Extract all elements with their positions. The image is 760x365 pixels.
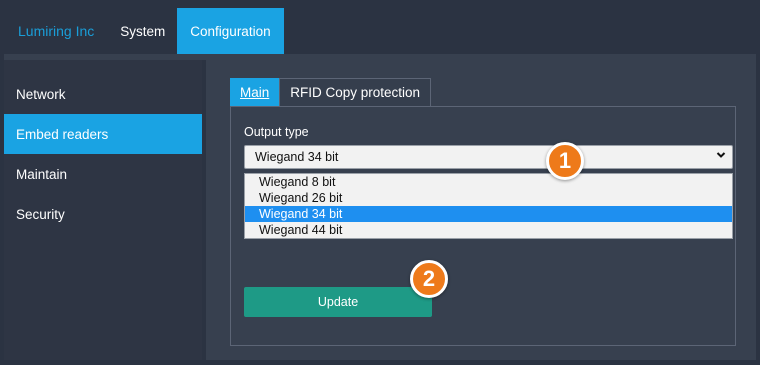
sidebar-item-network[interactable]: Network (4, 74, 202, 114)
nav-configuration[interactable]: Configuration (177, 8, 284, 54)
sidebar-item-maintain[interactable]: Maintain (4, 154, 202, 194)
output-type-select[interactable]: Wiegand 34 bit (244, 145, 733, 169)
chevron-down-icon (716, 149, 726, 163)
brand-logo[interactable]: Lumiring Inc (4, 8, 108, 54)
tab-main[interactable]: Main (230, 78, 280, 106)
output-type-options: Wiegand 8 bit Wiegand 26 bit Wiegand 34 … (244, 173, 733, 239)
tab-bar: Main RFID Copy protection (230, 78, 432, 106)
step-marker-2: 2 (410, 260, 448, 298)
sidebar: Network Embed readers Maintain Security (4, 60, 202, 360)
top-navigation-bar: Lumiring Inc System Configuration (4, 8, 756, 54)
nav-system[interactable]: System (108, 8, 177, 54)
update-button[interactable]: Update (244, 287, 432, 317)
sidebar-item-embed-readers[interactable]: Embed readers (4, 114, 202, 154)
step-marker-1: 1 (546, 142, 584, 180)
option-wiegand-26[interactable]: Wiegand 26 bit (245, 190, 732, 206)
settings-panel: Output type Wiegand 34 bit Wiegand 8 bit… (230, 106, 736, 346)
sidebar-item-security[interactable]: Security (4, 194, 202, 234)
output-type-label: Output type (244, 125, 309, 139)
tab-rfid-copy-protection[interactable]: RFID Copy protection (279, 78, 432, 106)
selected-value: Wiegand 34 bit (255, 150, 339, 164)
option-wiegand-44[interactable]: Wiegand 44 bit (245, 222, 732, 238)
option-wiegand-34[interactable]: Wiegand 34 bit (245, 206, 732, 222)
option-wiegand-8[interactable]: Wiegand 8 bit (245, 174, 732, 190)
main-content: Main RFID Copy protection Output type Wi… (206, 60, 756, 360)
